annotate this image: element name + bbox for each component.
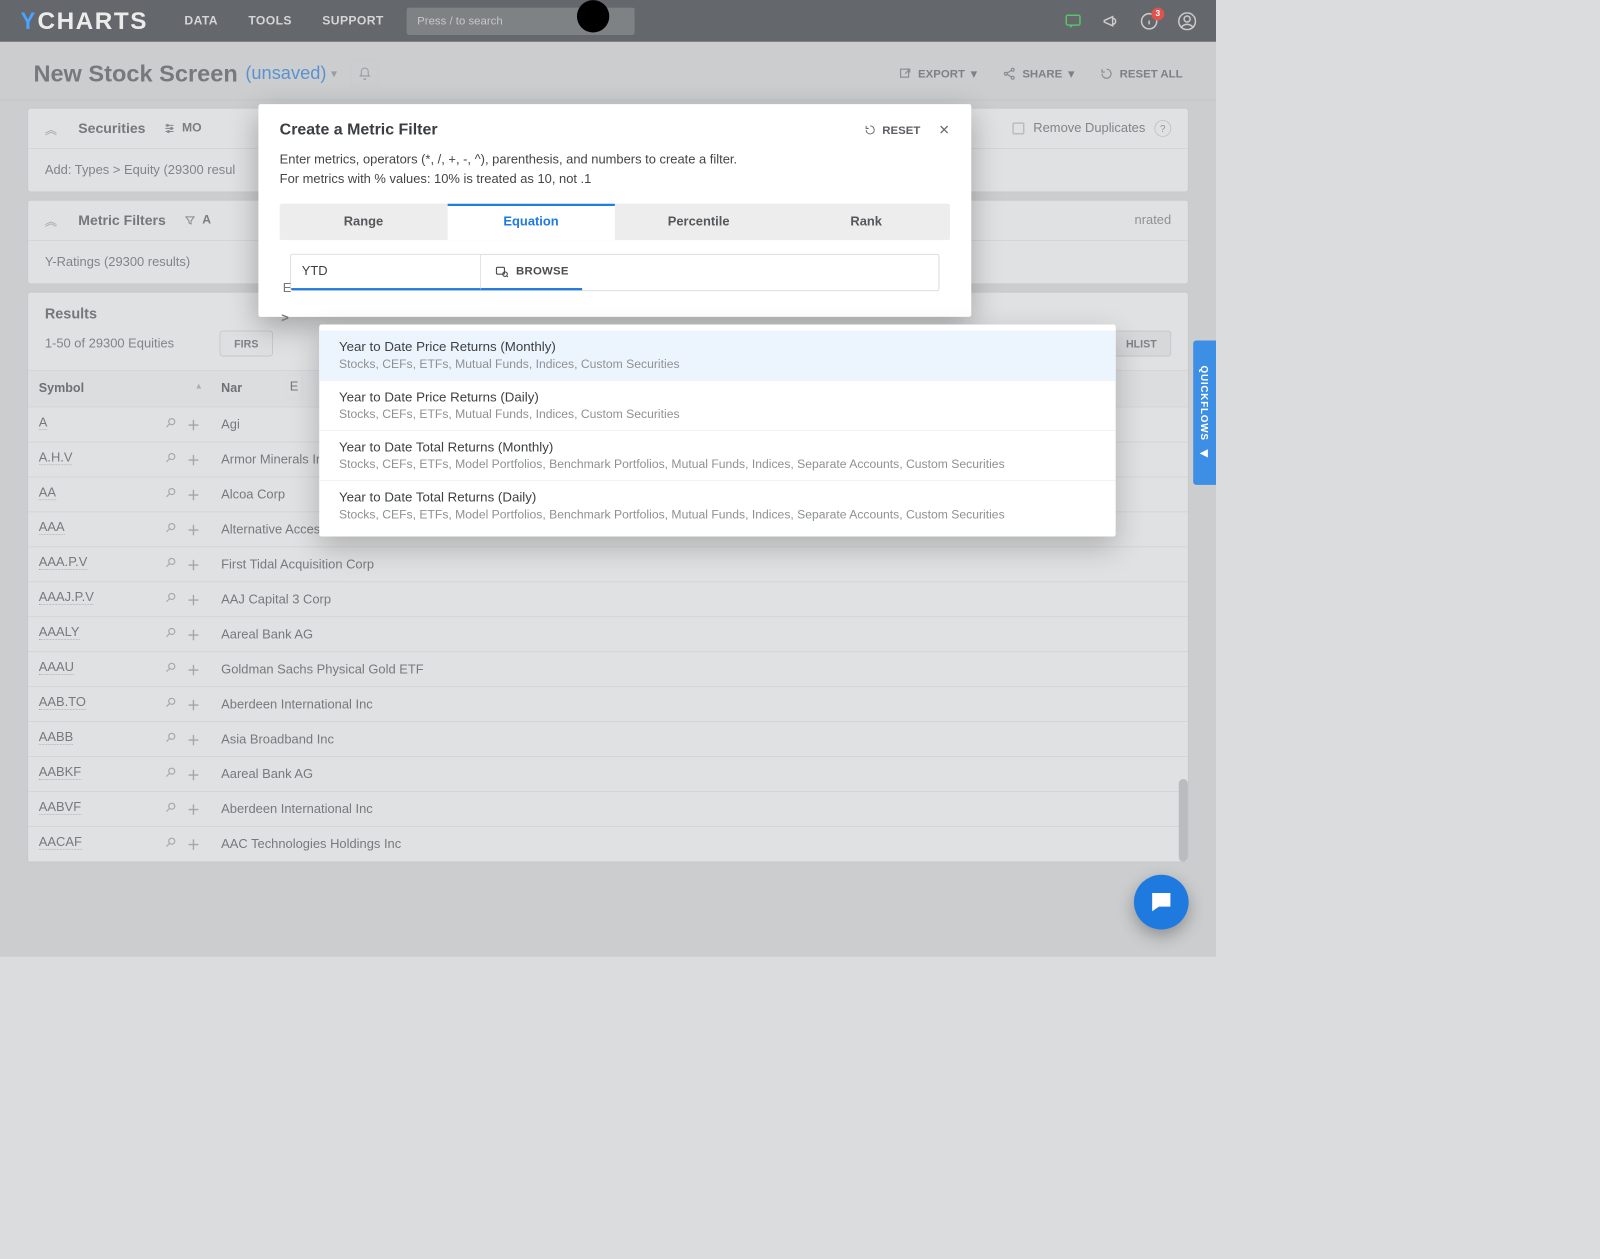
filter-tabs: Range Equation Percentile Rank [280, 203, 950, 239]
announcements-icon[interactable] [1102, 12, 1120, 30]
feedback-icon[interactable] [1064, 12, 1082, 30]
chat-icon [1148, 888, 1175, 915]
autocomplete-dropdown: Year to Date Price Returns (Monthly) Sto… [319, 325, 1115, 537]
modal-reset-button[interactable]: RESET [864, 124, 920, 137]
topbar-icons: 3 [1064, 12, 1196, 30]
ac-item-title: Year to Date Price Returns (Daily) [339, 389, 1096, 405]
ac-item-title: Year to Date Price Returns (Monthly) [339, 339, 1096, 355]
quickflows-tab[interactable]: QUICKFLOWS ◀ [1193, 340, 1216, 484]
topbar: YCHARTS DATA TOOLS SUPPORT 3 [0, 0, 1216, 42]
ghost-box: E [286, 375, 303, 399]
nav-tools[interactable]: TOOLS [248, 14, 292, 28]
logo-text: CHARTS [38, 7, 148, 35]
browse-button[interactable]: BROWSE [481, 254, 582, 290]
nav-support[interactable]: SUPPORT [322, 14, 383, 28]
autocomplete-item[interactable]: Year to Date Total Returns (Monthly) Sto… [319, 430, 1115, 480]
tab-range[interactable]: Range [280, 203, 448, 239]
notification-badge: 3 [1151, 7, 1164, 20]
tab-percentile[interactable]: Percentile [615, 203, 783, 239]
close-icon[interactable]: ✕ [939, 122, 950, 138]
search-box[interactable] [407, 7, 635, 34]
autocomplete-item[interactable]: Year to Date Price Returns (Monthly) Sto… [319, 331, 1115, 380]
ac-item-sub: Stocks, CEFs, ETFs, Mutual Funds, Indice… [339, 408, 1096, 422]
tab-rank[interactable]: Rank [782, 203, 950, 239]
metric-filter-modal: Create a Metric Filter RESET ✕ Enter met… [258, 104, 971, 317]
modal-description: Enter metrics, operators (*, /, +, -, ^)… [280, 150, 950, 190]
reset-icon [864, 124, 876, 136]
browse-label: BROWSE [516, 265, 569, 278]
metric-input-row: BROWSE [290, 254, 939, 291]
autocomplete-item[interactable]: Year to Date Total Returns (Daily) Stock… [319, 480, 1115, 530]
chevron-left-icon: ◀ [1199, 448, 1210, 460]
browse-icon [495, 264, 509, 278]
ac-item-title: Year to Date Total Returns (Daily) [339, 489, 1096, 505]
profile-icon[interactable] [1178, 12, 1196, 30]
info-icon[interactable]: 3 [1140, 12, 1158, 30]
modal-reset-label: RESET [882, 124, 920, 137]
modal-title: Create a Metric Filter [280, 121, 438, 139]
logo[interactable]: YCHARTS [20, 7, 148, 35]
ghost-enter-metric: E [283, 280, 292, 295]
quickflows-label: QUICKFLOWS [1199, 365, 1210, 440]
autocomplete-item[interactable]: Year to Date Price Returns (Daily) Stock… [319, 380, 1115, 430]
ac-item-sub: Stocks, CEFs, ETFs, Model Portfolios, Be… [339, 458, 1096, 472]
nav-links: DATA TOOLS SUPPORT [184, 14, 383, 28]
search-input[interactable] [416, 14, 570, 28]
ac-item-sub: Stocks, CEFs, ETFs, Mutual Funds, Indice… [339, 358, 1096, 372]
nav-data[interactable]: DATA [184, 14, 217, 28]
chat-button[interactable] [1134, 875, 1189, 930]
ac-item-title: Year to Date Total Returns (Monthly) [339, 439, 1096, 455]
metric-input[interactable] [291, 254, 480, 287]
tab-equation[interactable]: Equation [447, 203, 615, 239]
ac-item-sub: Stocks, CEFs, ETFs, Model Portfolios, Be… [339, 508, 1096, 522]
ghost-arrow: > [281, 311, 289, 326]
